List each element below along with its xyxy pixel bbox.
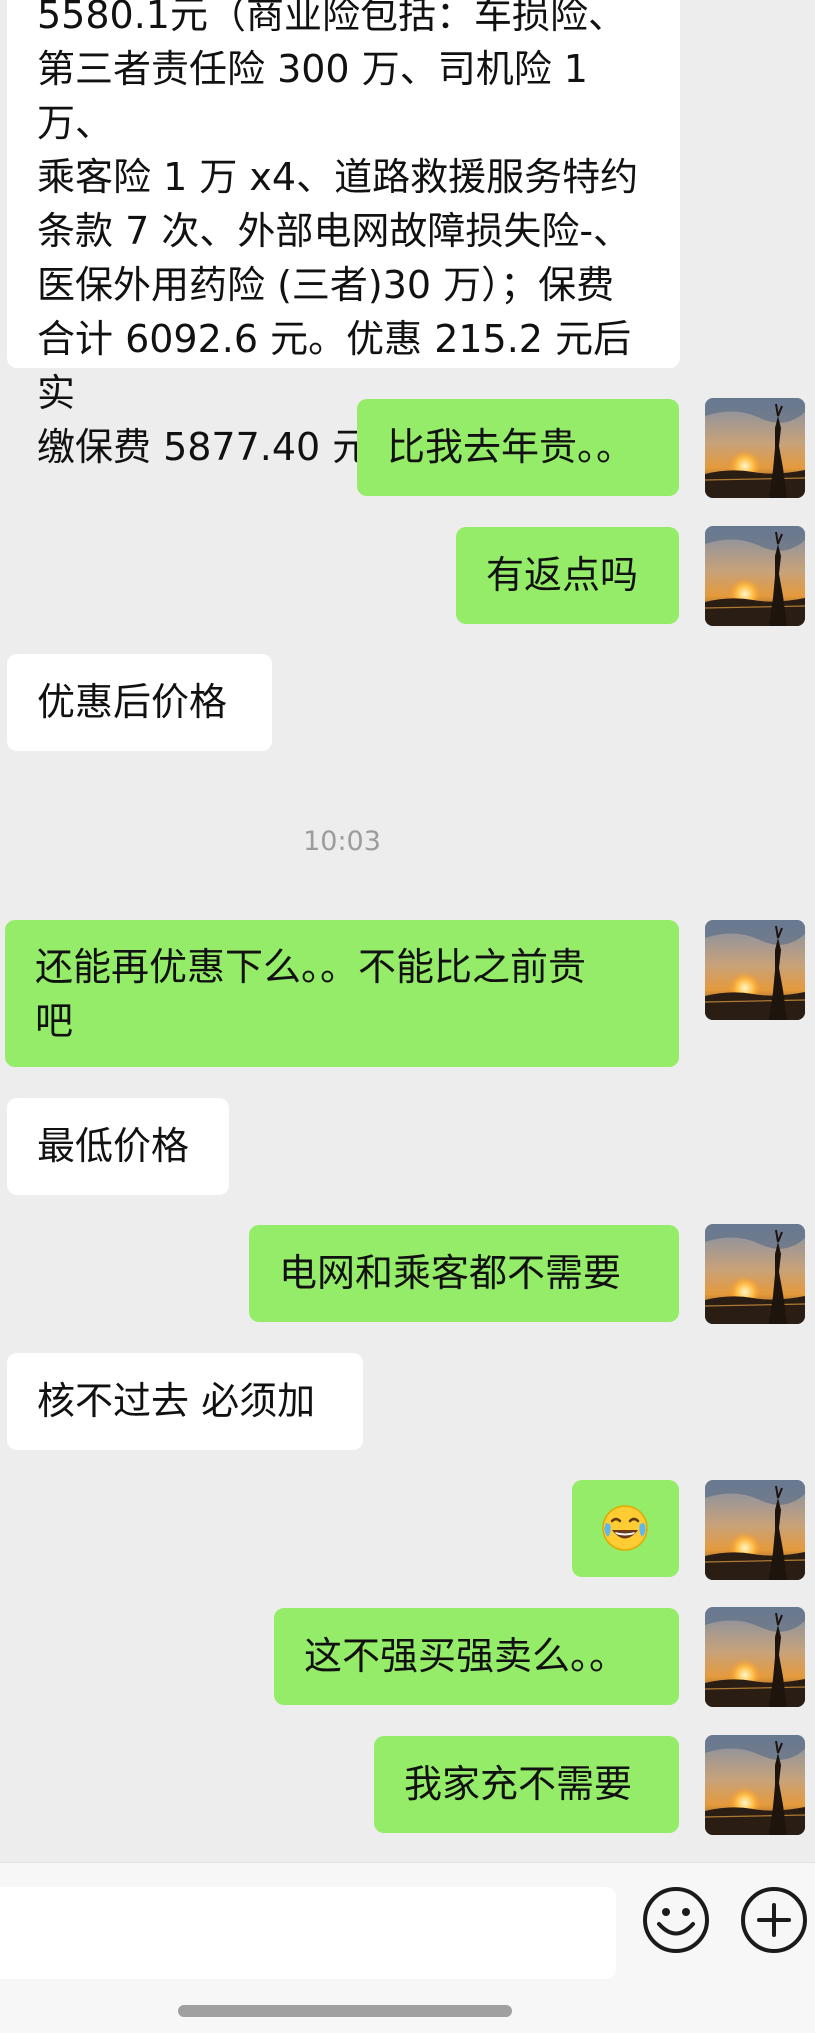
message-bubble-outgoing[interactable]: 有返点吗 [456,527,679,624]
message-bubble-outgoing[interactable]: 比我去年贵。。 [357,399,679,496]
message-text: 我家充不需要 [404,1762,633,1806]
user-avatar[interactable] [705,1480,805,1580]
user-avatar[interactable] [705,1607,805,1707]
user-avatar[interactable] [705,526,805,626]
timestamp: 10:03 [303,826,381,857]
message-bubble-outgoing[interactable]: 这不强买强卖么。。 [274,1608,679,1705]
message-line: 第三者责任险 300 万、司机险 1 万、 [37,47,588,145]
message-bubble-outgoing[interactable]: 电网和乘客都不需要 [249,1225,679,1322]
face-with-tears-of-joy-icon [602,1505,648,1551]
plus-circle-icon[interactable] [739,1885,809,1955]
message-bubble-incoming[interactable]: 5580.1元（商业险包括：车损险、 第三者责任险 300 万、司机险 1 万、… [7,0,680,469]
message-text: 电网和乘客都不需要 [279,1251,622,1295]
message-text: 最低价格 [37,1124,190,1168]
message-bubble-outgoing[interactable]: 还能再优惠下么。。不能比之前贵 吧 [5,920,679,1067]
message-text: 这不强买强卖么。。 [304,1634,628,1678]
message-input-bar [0,1862,815,2033]
user-avatar[interactable] [705,1735,805,1835]
message-text: 优惠后价格 [37,680,228,724]
message-bubble-incoming[interactable]: 最低价格 [7,1098,229,1195]
message-bubble-outgoing[interactable]: 我家充不需要 [374,1736,679,1833]
message-line: 条款 7 次、外部电网故障损失险-、 [37,209,632,253]
user-avatar[interactable] [705,920,805,1020]
message-text: 核不过去 必须加 [37,1379,316,1423]
message-text: 有返点吗 [486,553,639,597]
message-line: 5580.1元（商业险包括：车损险、 [37,0,626,37]
message-bubble-outgoing[interactable] [572,1480,679,1577]
user-avatar[interactable] [705,398,805,498]
user-avatar[interactable] [705,1224,805,1324]
message-line: 还能再优惠下么。。不能比之前贵 [35,945,587,989]
home-indicator[interactable] [178,2005,512,2017]
message-input[interactable] [0,1887,616,1979]
message-line: 乘客险 1 万 x4、道路救援服务特约 [37,155,639,199]
smiley-face-icon[interactable] [641,1885,711,1955]
message-line: 医保外用药险 (三者)30 万）；保费 [37,263,615,307]
chat-area[interactable]: 5580.1元（商业险包括：车损险、 第三者责任险 300 万、司机险 1 万、… [0,0,815,1862]
message-line: 吧 [35,999,74,1043]
message-text: 比我去年贵。。 [387,425,635,469]
message-bubble-incoming[interactable]: 优惠后价格 [7,654,272,751]
message-bubble-incoming[interactable]: 核不过去 必须加 [7,1353,363,1450]
